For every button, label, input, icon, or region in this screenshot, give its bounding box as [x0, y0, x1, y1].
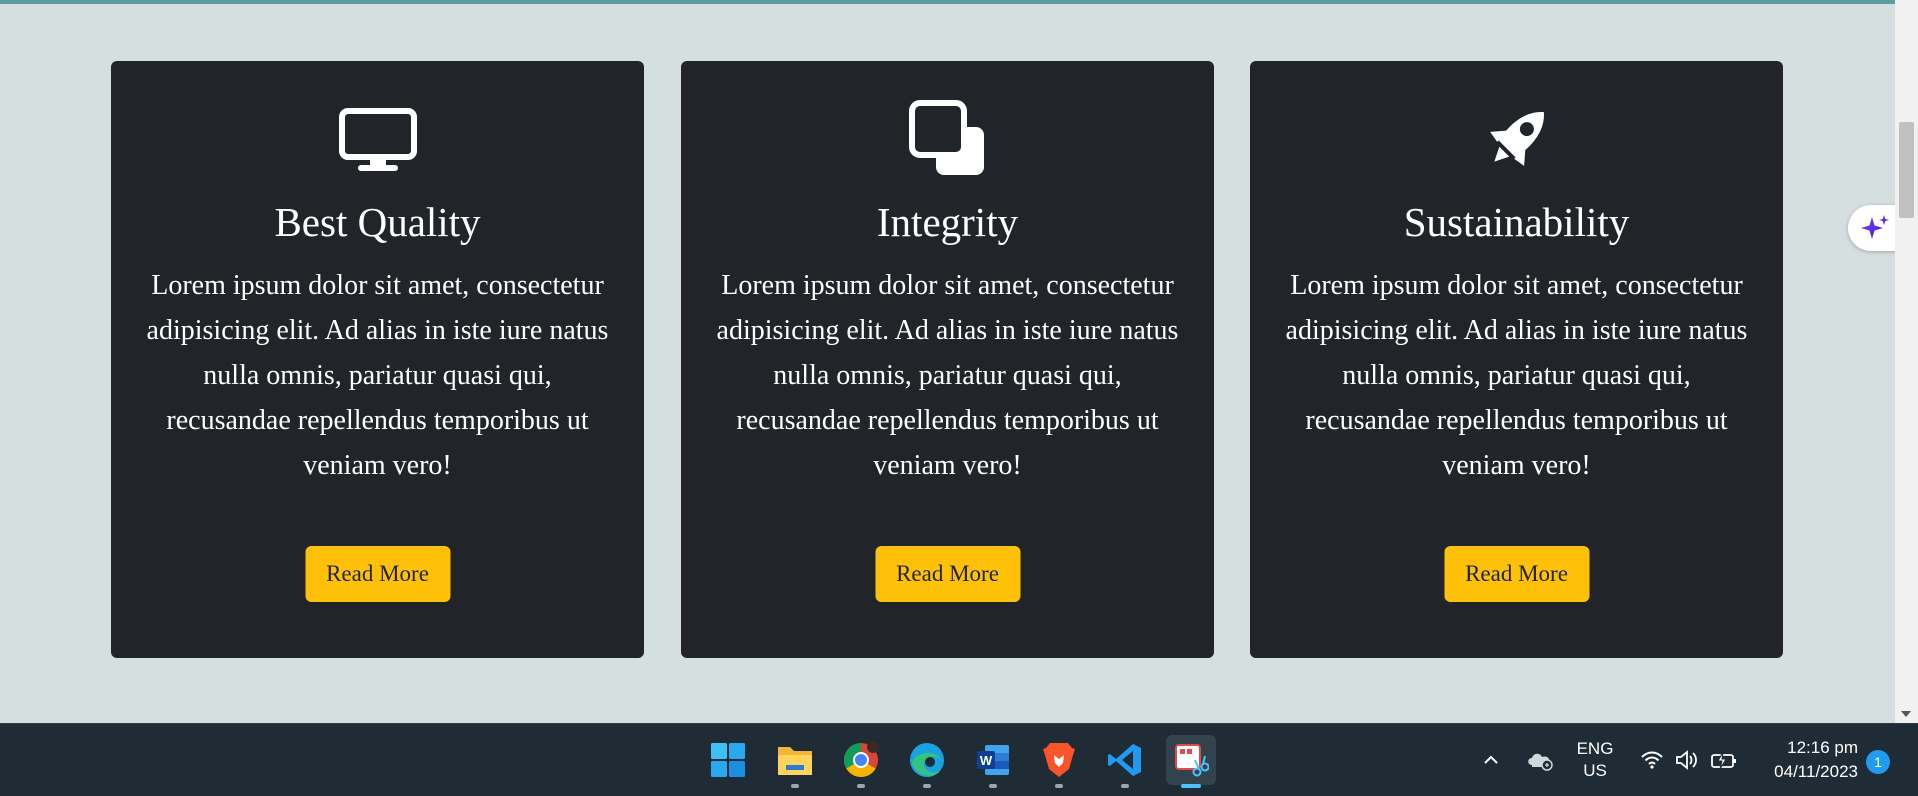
show-hidden-icons-button[interactable] [1478, 724, 1504, 796]
taskbar-brave[interactable] [1034, 735, 1084, 788]
notification-badge[interactable]: 1 [1866, 750, 1890, 774]
word-icon: W [977, 745, 1009, 775]
scrollbar-thumb[interactable] [1899, 122, 1914, 218]
clock[interactable]: 12:16 pm 04/11/2023 [1752, 724, 1858, 796]
ai-sparkle-button[interactable] [1848, 205, 1902, 251]
monitor-icon [338, 99, 418, 179]
card-title: Integrity [876, 199, 1019, 245]
snipping-tool-icon [1175, 744, 1209, 777]
vscode-icon [1108, 744, 1141, 776]
scroll-down-arrow-icon[interactable] [1901, 711, 1911, 717]
volume-tray[interactable] [1672, 724, 1702, 796]
taskbar-vscode[interactable] [1100, 735, 1150, 788]
card-title: Sustainability [1403, 199, 1630, 245]
rocket-icon [1477, 99, 1557, 179]
card-text: Lorem ipsum dolor sit amet, consectetur … [716, 270, 1179, 481]
top-accent-bar [0, 0, 1918, 4]
read-more-button[interactable]: Read More [875, 546, 1020, 602]
feature-card-integrity: Integrity Lorem ipsum dolor sit amet, co… [681, 61, 1214, 658]
chevron-up-icon [1484, 755, 1498, 764]
network-tray[interactable] [1636, 724, 1668, 796]
onedrive-sync-icon [1528, 753, 1553, 771]
read-more-button[interactable]: Read More [1444, 546, 1589, 602]
windows-start-button[interactable] [703, 735, 753, 785]
language-indicator[interactable]: ENG US [1570, 724, 1620, 796]
windows-taskbar: W ENG US 12:16 pm 04/11/2023 1 [0, 723, 1918, 796]
chrome-icon [844, 741, 879, 777]
feature-card-sustainability: Sustainability Lorem ipsum dolor sit ame… [1250, 61, 1783, 658]
clock-date: 04/11/2023 [1774, 762, 1858, 781]
speaker-icon [1676, 750, 1697, 770]
taskbar-edge[interactable] [902, 735, 952, 788]
card-text: Lorem ipsum dolor sit amet, consectetur … [146, 270, 609, 481]
taskbar-word[interactable]: W [968, 735, 1018, 788]
brave-icon [1043, 743, 1075, 777]
file-explorer-icon [778, 747, 812, 775]
windows-start-icon [711, 743, 745, 777]
card-title: Best Quality [274, 199, 481, 245]
taskbar-snipping-tool[interactable] [1166, 735, 1216, 788]
edge-icon [910, 743, 944, 777]
svg-text:W: W [980, 753, 993, 768]
language-code: ENG [1576, 739, 1614, 758]
taskbar-file-explorer[interactable] [770, 735, 820, 788]
onedrive-tray[interactable] [1524, 724, 1556, 796]
taskbar-chrome[interactable] [836, 735, 886, 788]
read-more-button[interactable]: Read More [305, 546, 450, 602]
sparkle-icon [1861, 215, 1889, 239]
battery-tray[interactable] [1708, 724, 1740, 796]
clock-time: 12:16 pm [1787, 738, 1858, 757]
page-scrollbar[interactable] [1895, 0, 1918, 723]
battery-charging-icon [1711, 751, 1736, 770]
wifi-icon [1641, 751, 1663, 769]
card-text: Lorem ipsum dolor sit amet, consectetur … [1285, 270, 1748, 481]
region-code: US [1583, 761, 1607, 780]
feature-card-best-quality: Best Quality Lorem ipsum dolor sit amet,… [111, 61, 644, 658]
copy-squares-icon [908, 99, 988, 179]
